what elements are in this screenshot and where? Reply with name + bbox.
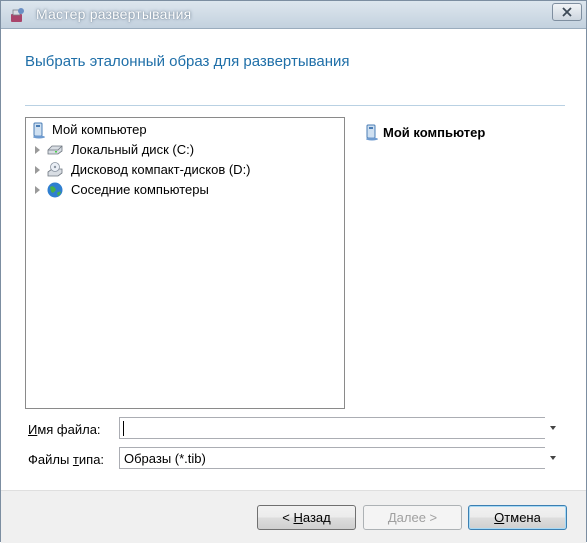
- filetype-dropdown-arrow-icon[interactable]: [545, 447, 563, 469]
- computer-icon: [33, 122, 45, 139]
- expand-arrow-icon[interactable]: [35, 166, 40, 174]
- filename-dropdown-arrow-icon[interactable]: [545, 417, 563, 439]
- wizard-window: Мастер развертывания Выбрать эталонный о…: [0, 0, 587, 543]
- cancel-button-accel: О: [494, 510, 505, 525]
- close-icon: [562, 7, 572, 17]
- back-button[interactable]: < Назад: [257, 505, 356, 530]
- filename-input[interactable]: [119, 417, 545, 439]
- tree-item-label: Локальный диск (C:): [71, 142, 195, 157]
- back-button-prefix: <: [282, 510, 294, 525]
- expand-arrow-icon[interactable]: [35, 186, 40, 194]
- network-globe-icon: [47, 182, 63, 198]
- back-button-label: азад: [302, 510, 331, 525]
- text-caret: [123, 421, 124, 436]
- filetype-label-pre: Файлы: [28, 452, 73, 467]
- tree-item-label: Мой компьютер: [52, 122, 147, 137]
- expand-arrow-icon[interactable]: [35, 146, 40, 154]
- header-divider: [25, 105, 565, 106]
- filename-label-post: мя файла:: [37, 422, 101, 437]
- wizard-footer: < Назад Далее > Отмена: [1, 490, 586, 543]
- title-bar[interactable]: Мастер развертывания: [1, 1, 586, 29]
- cancel-button[interactable]: Отмена: [468, 505, 567, 530]
- back-button-accel: Н: [293, 510, 303, 525]
- tree-item-label: Дисковод компакт-дисков (D:): [71, 162, 251, 177]
- cancel-button-label: тмена: [504, 510, 541, 525]
- filetype-combobox[interactable]: Образы (*.tib): [119, 447, 563, 469]
- filename-label-accel: И: [28, 422, 38, 437]
- filename-combobox[interactable]: [119, 417, 563, 439]
- tree-item-network[interactable]: Соседние компьютеры: [28, 180, 328, 200]
- folder-tree[interactable]: Мой компьютер Локальный диск (C:) Дисков…: [25, 117, 345, 409]
- filetype-select[interactable]: Образы (*.tib): [119, 447, 545, 469]
- computer-icon: [366, 124, 378, 141]
- wizard-app-icon: [11, 8, 24, 22]
- tree-item-local-disk[interactable]: Локальный диск (C:): [28, 140, 328, 160]
- page-heading: Выбрать эталонный образ для развертывани…: [25, 53, 350, 70]
- window-title: Мастер развертывания: [36, 6, 192, 22]
- hard-drive-icon: [47, 145, 63, 155]
- tree-item-cd-drive[interactable]: Дисковод компакт-дисков (D:): [28, 160, 328, 180]
- selection-info-label: Мой компьютер: [383, 125, 486, 140]
- next-button[interactable]: Далее >: [363, 505, 462, 530]
- filetype-label: Файлы типа:: [28, 452, 104, 467]
- filetype-value: Образы (*.tib): [124, 451, 206, 466]
- wizard-header: Выбрать эталонный образ для развертывани…: [1, 29, 586, 105]
- close-button[interactable]: [552, 3, 582, 21]
- tree-item-my-computer[interactable]: Мой компьютер: [28, 120, 328, 140]
- filename-label: Имя файла:: [28, 422, 101, 437]
- cd-drive-icon: [47, 162, 63, 177]
- tree-item-label: Соседние компьютеры: [71, 182, 209, 197]
- filetype-label-post: ипа:: [78, 452, 105, 467]
